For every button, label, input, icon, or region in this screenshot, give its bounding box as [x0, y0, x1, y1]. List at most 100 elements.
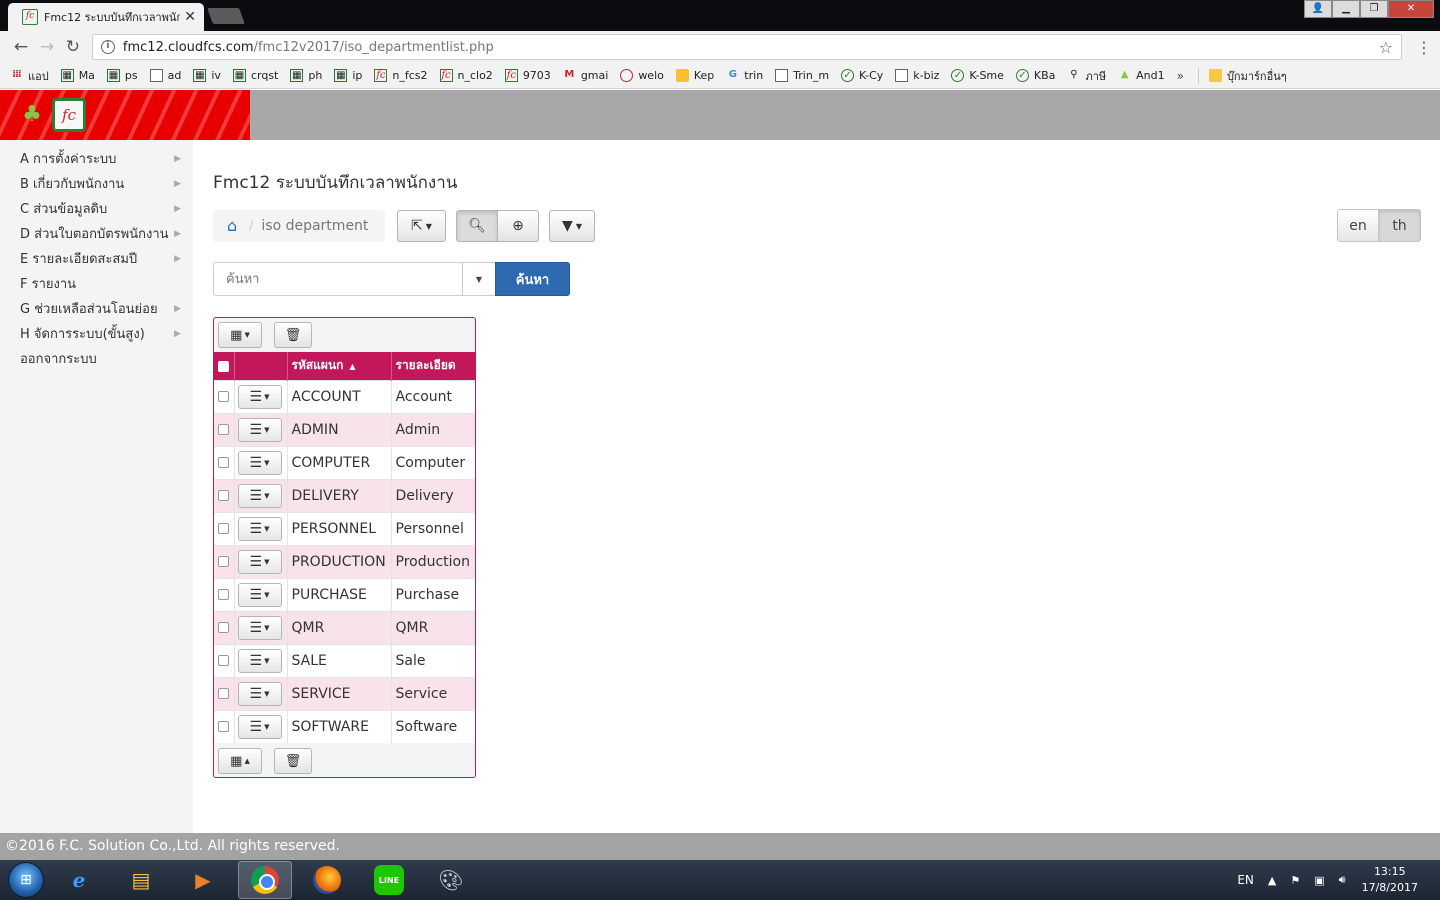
bookmark-item[interactable]: fc n_clo2 — [439, 69, 493, 82]
bookmark-item[interactable]: fc n_fcs2 — [374, 69, 428, 82]
clock[interactable]: 13:15 17/8/2017 — [1362, 864, 1418, 896]
export-button[interactable]: ⇱ ▼ — [397, 210, 446, 242]
row-checkbox[interactable] — [218, 556, 229, 567]
bookmark-item[interactable]: ✓ K-Sme — [951, 69, 1004, 82]
brand-logo[interactable]: ♣ fc — [0, 90, 250, 140]
search-type-dropdown[interactable]: ▼ — [462, 262, 496, 296]
bookmark-item[interactable]: ⁞⁞⁞ แอป — [10, 67, 48, 85]
bookmark-item[interactable]: fc 9703 — [504, 69, 551, 82]
taskbar-paint[interactable]: 🎨︎ — [424, 861, 478, 899]
row-checkbox[interactable] — [218, 622, 229, 633]
browser-menu-icon[interactable]: ⋮ — [1416, 38, 1432, 57]
taskbar-firefox[interactable] — [300, 861, 354, 899]
back-icon[interactable]: ← — [8, 37, 34, 57]
bookmarks-overflow-button[interactable]: » — [1177, 69, 1184, 83]
sidebar-item[interactable]: C ส่วนข้อมูลดิบ ▶ — [0, 196, 193, 221]
language-indicator[interactable]: EN — [1237, 873, 1254, 887]
volume-icon[interactable]: 🔊︎ — [1339, 873, 1346, 887]
sidebar-item[interactable]: H จัดการระบบ(ขั้นสูง) ▶ — [0, 321, 193, 346]
row-checkbox[interactable] — [218, 391, 229, 402]
row-checkbox[interactable] — [218, 424, 229, 435]
row-actions-button[interactable]: ☰ ▼ — [237, 549, 282, 574]
bookmark-item[interactable]: welo — [620, 69, 664, 82]
minimize-icon[interactable]: ▁ — [1332, 0, 1360, 18]
other-bookmarks-folder[interactable]: บุ๊กมาร์กอื่นๆ — [1208, 67, 1287, 85]
bookmark-item[interactable]: ▦ ph — [290, 69, 322, 82]
taskbar-ie[interactable]: e — [52, 861, 106, 899]
bookmark-item[interactable]: Mgmai — [563, 69, 608, 82]
row-checkbox[interactable] — [218, 721, 229, 733]
sidebar-item[interactable]: G ช่วยเหลือส่วนโอนย่อย ▶ — [0, 296, 193, 321]
column-header-desc[interactable]: รายละเอียด — [391, 352, 475, 380]
maximize-icon[interactable]: ❐ — [1360, 0, 1388, 18]
sidebar-item[interactable]: B เกี่ยวกับพนักงาน ▶ — [0, 171, 193, 196]
delete-selected-button[interactable]: 🗑︎ — [274, 322, 312, 348]
reload-icon[interactable]: ↻ — [60, 37, 86, 57]
advanced-search-button[interactable]: ⊕ — [497, 210, 539, 242]
user-icon[interactable]: 👤 — [1304, 0, 1332, 18]
row-actions-button[interactable]: ☰ ▼ — [237, 450, 282, 475]
row-checkbox[interactable] — [218, 589, 229, 600]
bookmark-item[interactable]: ⚲ ภาษี — [1067, 67, 1106, 85]
network-icon[interactable]: ▣ — [1314, 874, 1324, 887]
columns-button[interactable]: ▦ ▲ — [218, 748, 262, 774]
bookmark-item[interactable]: ▦ ps — [106, 69, 138, 82]
bookmark-item[interactable]: ▦ Ma — [60, 69, 95, 82]
sidebar-item[interactable]: D ส่วนใบตอกบัตรพนักงาน ▶ — [0, 221, 193, 246]
bookmark-item[interactable]: Trin_m — [775, 69, 829, 82]
new-tab-button[interactable] — [207, 8, 245, 24]
bookmark-item[interactable]: ad — [149, 69, 181, 82]
browser-tab[interactable]: fc Fmc12 ระบบบันทึกเวลาพนักงาน ✕ — [8, 3, 204, 31]
row-checkbox[interactable] — [218, 523, 229, 534]
select-all-checkbox[interactable] — [218, 360, 229, 372]
row-actions-button[interactable]: ☰ ▼ — [237, 681, 282, 706]
start-button[interactable]: ⊞ — [8, 862, 44, 898]
search-input[interactable] — [213, 262, 463, 296]
bookmark-item[interactable]: ▦ iv — [193, 69, 221, 82]
bookmark-item[interactable]: ✓ KBa — [1015, 69, 1055, 82]
lang-th-button[interactable]: th — [1379, 209, 1421, 242]
info-icon[interactable]: i — [100, 40, 115, 54]
delete-selected-button[interactable]: 🗑︎ — [274, 748, 312, 774]
row-actions-button[interactable]: ☰ ▼ — [237, 384, 282, 409]
search-panel-button[interactable]: 🔍︎ — [456, 210, 498, 242]
tray-expand-icon[interactable]: ▲ — [1268, 874, 1276, 887]
bookmark-item[interactable]: ✓ K-Cy — [841, 69, 883, 82]
row-actions-button[interactable]: ☰ ▼ — [237, 417, 282, 442]
forward-icon[interactable]: → — [34, 37, 60, 57]
column-header-code[interactable]: รหัสแผนก ▲ — [287, 352, 392, 380]
search-button[interactable]: ค้นหา — [495, 262, 570, 296]
taskbar-chrome[interactable] — [238, 861, 292, 899]
lang-en-button[interactable]: en — [1337, 209, 1379, 242]
row-actions-button[interactable]: ☰ ▼ — [237, 648, 282, 673]
bookmark-star-icon[interactable]: ☆ — [1379, 38, 1393, 57]
bookmark-item[interactable]: ▦ crqst — [232, 69, 278, 82]
row-checkbox[interactable] — [218, 655, 229, 666]
taskbar-line[interactable]: LINE — [362, 861, 416, 899]
row-checkbox[interactable] — [218, 490, 229, 501]
row-actions-button[interactable]: ☰ ▼ — [237, 714, 282, 739]
bookmark-item[interactable]: Kep — [675, 69, 714, 82]
row-actions-button[interactable]: ☰ ▼ — [237, 582, 282, 607]
sidebar-item[interactable]: ออกจากระบบ — [0, 346, 193, 371]
taskbar-media[interactable]: ▶ — [176, 861, 230, 899]
columns-button[interactable]: ▦ ▼ — [218, 322, 262, 348]
home-icon[interactable]: ⌂ — [227, 218, 245, 234]
row-actions-button[interactable]: ☰ ▼ — [237, 483, 282, 508]
bookmark-item[interactable]: ▦ ip — [334, 69, 362, 82]
taskbar-explorer[interactable]: ▤ — [114, 861, 168, 899]
row-actions-button[interactable]: ☰ ▼ — [237, 615, 282, 640]
sidebar-item[interactable]: F รายงาน — [0, 271, 193, 296]
action-center-icon[interactable]: ⚑ — [1290, 874, 1300, 887]
row-actions-button[interactable]: ☰ ▼ — [237, 516, 282, 541]
address-bar[interactable]: i fmc12.cloudfcs.com/fmc12v2017/iso_depa… — [91, 34, 1403, 60]
bookmark-item[interactable]: k-biz — [895, 69, 939, 82]
bookmark-item[interactable]: Gtrin — [726, 69, 763, 82]
sidebar-item[interactable]: E รายละเอียดสะสมปี ▶ — [0, 246, 193, 271]
row-checkbox[interactable] — [218, 457, 229, 468]
bookmark-item[interactable]: ▲ And1 — [1118, 69, 1165, 82]
sidebar-item[interactable]: A การตั้งค่าระบบ ▶ — [0, 146, 193, 171]
row-checkbox[interactable] — [218, 688, 229, 699]
filter-button[interactable]: ▼ ▼ — [549, 210, 595, 242]
close-icon[interactable]: ✕ — [184, 9, 196, 25]
